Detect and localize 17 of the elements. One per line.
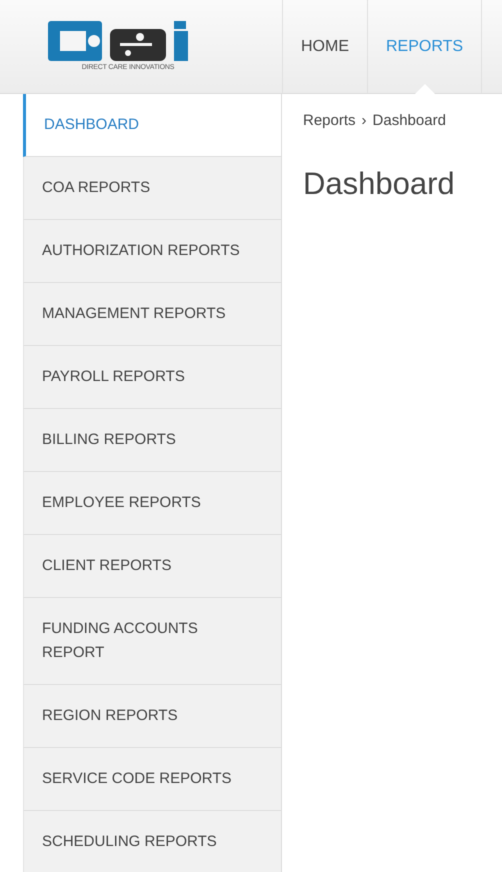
sidebar-item[interactable]: BILLING REPORTS xyxy=(23,409,281,472)
breadcrumb-link[interactable]: Reports xyxy=(303,110,356,132)
sidebar-item[interactable]: SCHEDULING REPORTS xyxy=(23,811,281,872)
nav-tab[interactable]: HOME xyxy=(282,0,367,93)
sidebar-item[interactable]: MANAGEMENT REPORTS xyxy=(23,283,281,346)
sidebar-item[interactable]: SERVICE CODE REPORTS xyxy=(23,748,281,811)
sidebar-item[interactable]: COA REPORTS xyxy=(23,157,281,220)
sidebar-item[interactable]: CLIENT REPORTS xyxy=(23,535,281,598)
sidebar-item[interactable]: DASHBOARD xyxy=(23,94,281,157)
breadcrumb-current: Dashboard xyxy=(372,111,446,131)
sidebar-item[interactable]: REGION REPORTS xyxy=(23,685,281,748)
sidebar-item[interactable]: EMPLOYEE REPORTS xyxy=(23,472,281,535)
sidebar-item[interactable]: AUTHORIZATION REPORTS xyxy=(23,220,281,283)
sidebar-item[interactable]: FUNDING ACCOUNTS REPORT xyxy=(23,598,281,685)
page-title: Dashboard xyxy=(303,164,456,202)
breadcrumb-separator: › xyxy=(362,111,367,131)
sidebar-item[interactable]: PAYROLL REPORTS xyxy=(23,346,281,409)
